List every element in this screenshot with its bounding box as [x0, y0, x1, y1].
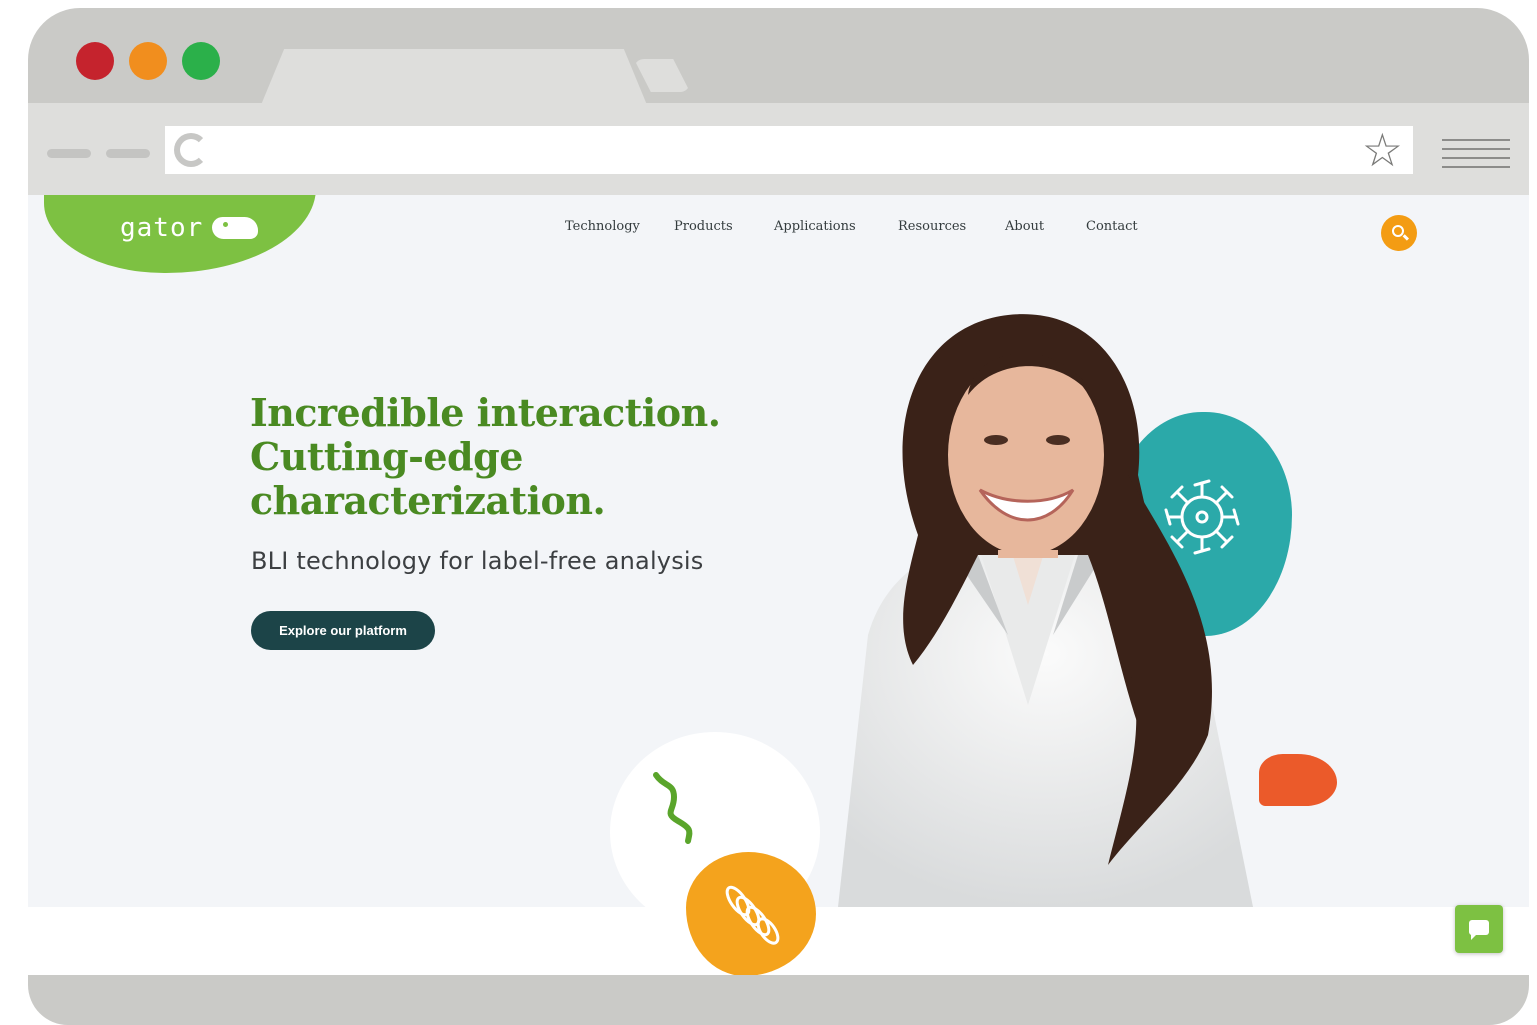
nav-item-products[interactable]: Products — [674, 219, 733, 234]
page-viewport: gator Technology Products Applications R… — [28, 195, 1529, 975]
chat-icon — [1469, 920, 1489, 940]
reload-icon[interactable] — [174, 133, 208, 167]
browser-tab-active[interactable] — [261, 49, 647, 105]
scientist-photo — [838, 314, 1253, 907]
main-nav: Technology Products Applications Resourc… — [28, 219, 1529, 249]
forward-button[interactable] — [106, 149, 150, 158]
browser-window: ☆ gator Technology Products Applications… — [28, 8, 1529, 1025]
new-tab-button[interactable] — [634, 59, 690, 92]
address-bar[interactable]: ☆ — [165, 126, 1413, 174]
browser-toolbar: ☆ — [28, 103, 1529, 195]
star-icon[interactable]: ☆ — [1362, 127, 1403, 173]
nav-item-technology[interactable]: Technology — [565, 219, 640, 234]
back-button[interactable] — [47, 149, 91, 158]
nav-item-resources[interactable]: Resources — [898, 219, 966, 234]
nav-item-contact[interactable]: Contact — [1086, 219, 1138, 234]
close-window-button[interactable] — [76, 42, 114, 80]
explore-platform-button[interactable]: Explore our platform — [251, 611, 435, 650]
chat-widget-button[interactable] — [1455, 905, 1503, 953]
search-button[interactable] — [1381, 215, 1417, 251]
nav-item-applications[interactable]: Applications — [774, 219, 856, 234]
hamburger-menu-icon[interactable] — [1442, 139, 1510, 175]
nav-item-about[interactable]: About — [1005, 219, 1044, 234]
maximize-window-button[interactable] — [182, 42, 220, 80]
squiggle-decoration — [653, 772, 693, 844]
coil-icon — [725, 885, 780, 945]
minimize-window-button[interactable] — [129, 42, 167, 80]
hero-subheadline: BLI technology for label-free analysis — [251, 547, 704, 575]
